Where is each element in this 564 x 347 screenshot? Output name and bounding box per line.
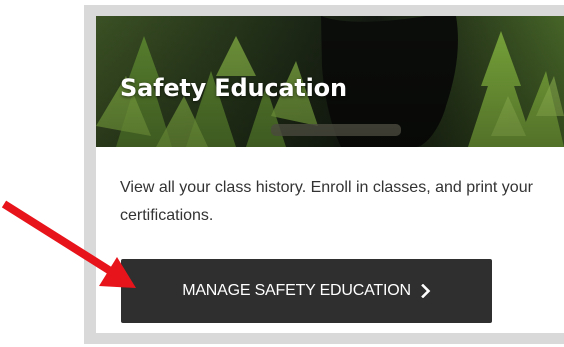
chevron-right-icon — [420, 284, 431, 298]
safety-education-card: Safety Education View all your class his… — [96, 16, 564, 333]
card-banner-image: Safety Education — [96, 16, 564, 147]
card-description: View all your class history. Enroll in c… — [120, 179, 533, 224]
manage-safety-education-button-label: MANAGE SAFETY EDUCATION — [182, 282, 411, 299]
screenshot-stage: Safety Education View all your class his… — [0, 0, 564, 347]
card-title: Safety Education — [120, 74, 347, 102]
manage-safety-education-button[interactable]: MANAGE SAFETY EDUCATION — [121, 259, 492, 323]
